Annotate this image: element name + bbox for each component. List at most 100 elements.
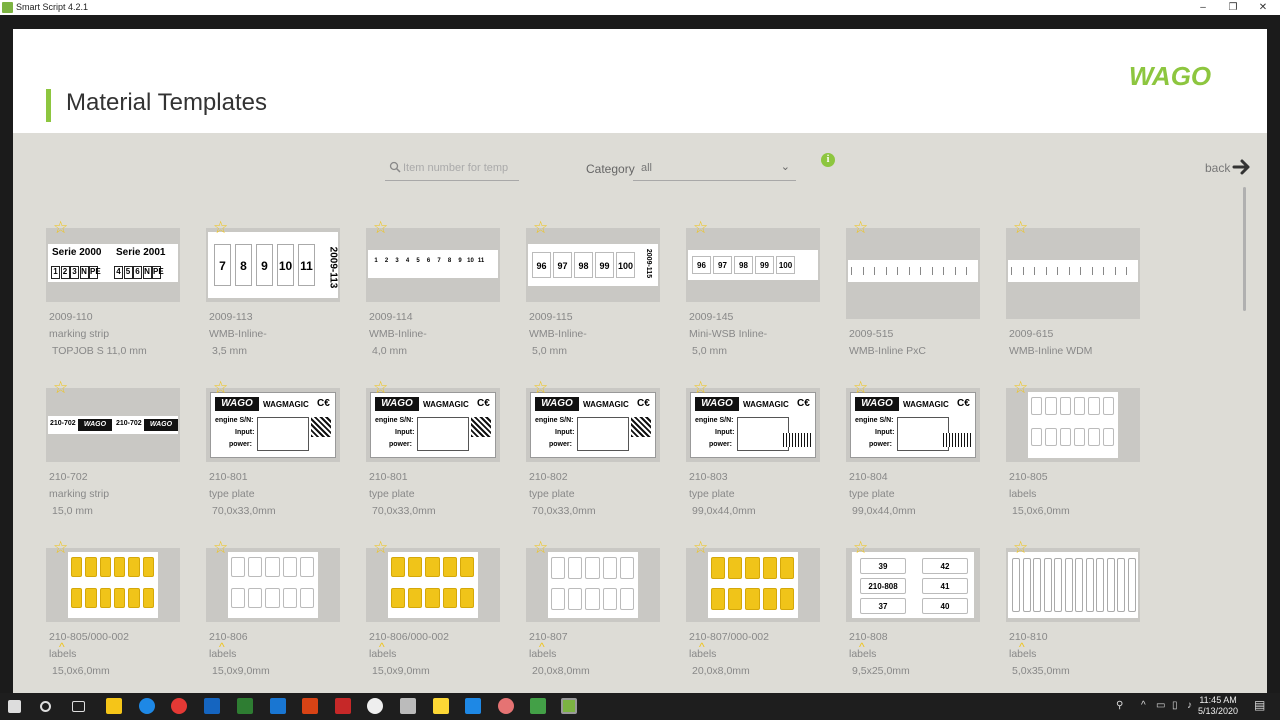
template-thumbnail[interactable] <box>206 548 340 622</box>
favorite-star-icon[interactable]: ☆ <box>53 379 68 396</box>
battery-icon[interactable]: ▯ <box>1172 700 1178 711</box>
template-card[interactable]: ☆ 210-702 WAGO 210-702 WAGO 210-702 marking st… <box>46 379 180 528</box>
template-card[interactable]: ☆ 7 8 9 10 11 2009-113 2009-113 WMB-Inline- 3,5 m… <box>206 219 340 368</box>
edge-icon[interactable] <box>139 698 155 714</box>
favorite-star-icon[interactable]: ☆ <box>213 219 228 236</box>
favorite-star-icon[interactable]: ☆ <box>1013 219 1028 236</box>
favorite-star-icon[interactable]: ☆ <box>213 379 228 396</box>
maximize-button[interactable]: ❐ <box>1218 0 1248 15</box>
search-box[interactable] <box>385 155 519 181</box>
template-thumbnail[interactable]: Serie 2000 Serie 2001 1 2 3 N PE 4 5 6 N PE <box>46 228 180 302</box>
favorite-star-icon[interactable]: ☆ <box>53 539 68 556</box>
favorite-star-icon[interactable]: ☆ <box>853 379 868 396</box>
template-thumbnail[interactable]: WAGO WAGMAGIC C€ engine S/N: Input: power: <box>526 388 660 462</box>
file-explorer-icon[interactable] <box>106 698 122 714</box>
template-card[interactable]: ☆ 96 97 98 99 100 2009-115 2009-115 WMB-Inline- 5… <box>526 219 660 368</box>
template-card[interactable]: ☆ 210-806 labels 15,0x9,0mm <box>206 539 340 688</box>
word-icon[interactable] <box>270 698 286 714</box>
favorite-star-icon[interactable]: ☆ <box>693 379 708 396</box>
clock[interactable]: 11:45 AM 5/13/2020 <box>1198 695 1238 717</box>
template-card[interactable]: ☆ 210-806/000-002 labels 15,0x9,0mm <box>366 539 500 688</box>
template-thumbnail[interactable]: WAGO WAGMAGIC C€ engine S/N: Input: power: <box>686 388 820 462</box>
search-input[interactable] <box>403 159 515 177</box>
template-card[interactable]: ☆ 210-805/000-002 labels 15,0x6,0mm <box>46 539 180 688</box>
star-icon[interactable]: ^ <box>699 640 705 654</box>
close-button[interactable]: ✕ <box>1248 0 1278 15</box>
favorite-star-icon[interactable]: ☆ <box>853 219 868 236</box>
template-card[interactable]: ☆ Serie 2000 Serie 2001 1 2 3 N PE 4 5 6 N PE 2009-11… <box>46 219 180 368</box>
smart-script-icon[interactable] <box>561 698 577 714</box>
template-thumbnail[interactable] <box>846 228 980 319</box>
template-thumbnail[interactable] <box>46 548 180 622</box>
template-card[interactable]: ☆ 96 97 98 99 100 2009-145 Mini-WSB Inline- 5,0 … <box>686 219 820 368</box>
sticky-notes-icon[interactable] <box>433 698 449 714</box>
template-card[interactable]: ☆ 210-810 labels 5,0x35,0mm <box>1006 539 1140 688</box>
template-card[interactable]: ☆ 2009-515 WMB-Inline PxC <box>846 219 980 368</box>
template-thumbnail[interactable]: WAGO WAGMAGIC C€ engine S/N: Input: power: <box>846 388 980 462</box>
template-card[interactable]: ☆ 210-807 labels 20,0x8,0mm <box>526 539 660 688</box>
star-icon[interactable]: ^ <box>59 640 65 654</box>
star-icon[interactable]: ^ <box>539 640 545 654</box>
template-thumbnail[interactable]: 1 2 3 4 5 6 7 8 9 10 11 <box>366 228 500 302</box>
template-thumbnail[interactable] <box>366 548 500 622</box>
chevron-up-icon[interactable]: ^ <box>1141 700 1146 711</box>
template-card[interactable]: ☆ 210-807/000-002 labels 20,0x8,0mm <box>686 539 820 688</box>
template-thumbnail[interactable] <box>1006 388 1140 462</box>
favorite-star-icon[interactable]: ☆ <box>533 379 548 396</box>
favorite-star-icon[interactable]: ☆ <box>533 539 548 556</box>
favorite-star-icon[interactable]: ☆ <box>533 219 548 236</box>
zoom-icon[interactable] <box>465 698 481 714</box>
minimize-button[interactable]: – <box>1188 0 1218 15</box>
excel-icon[interactable] <box>237 698 253 714</box>
powerpoint-icon[interactable] <box>302 698 318 714</box>
template-card[interactable]: ☆ 1 2 3 4 5 6 7 8 9 10 11 2009-114 WMB-Inline- 4,0 mm <box>366 219 500 368</box>
favorite-star-icon[interactable]: ☆ <box>373 379 388 396</box>
template-thumbnail[interactable]: 7 8 9 10 11 2009-113 <box>206 228 340 302</box>
windows-start-icon[interactable] <box>8 700 21 713</box>
people-icon[interactable]: ⚲ <box>1116 700 1123 711</box>
app-icon[interactable] <box>367 698 383 714</box>
task-view-icon[interactable] <box>72 701 85 712</box>
template-thumbnail[interactable] <box>1006 228 1140 319</box>
info-icon[interactable]: i <box>821 153 835 167</box>
favorite-star-icon[interactable]: ☆ <box>53 219 68 236</box>
template-card[interactable]: ☆ 39 42 210-808 41 37 40 210-808 labels 9,5x25,0m… <box>846 539 980 688</box>
favorite-star-icon[interactable]: ☆ <box>213 539 228 556</box>
favorite-star-icon[interactable]: ☆ <box>1013 539 1028 556</box>
calculator-icon[interactable] <box>400 698 416 714</box>
favorite-star-icon[interactable]: ☆ <box>693 539 708 556</box>
star-icon[interactable]: ^ <box>219 640 225 654</box>
template-thumbnail[interactable]: WAGO WAGMAGIC C€ engine S/N: Input: power: <box>206 388 340 462</box>
acrobat-icon[interactable] <box>335 698 351 714</box>
template-card[interactable]: ☆ WAGO WAGMAGIC C€ engine S/N: Input: power: 21… <box>366 379 500 528</box>
template-card[interactable]: ☆ WAGO WAGMAGIC C€ engine S/N: Input: power: 21… <box>686 379 820 528</box>
volume-icon[interactable]: ♪ <box>1187 700 1192 711</box>
star-icon[interactable]: ^ <box>1019 640 1025 654</box>
app-icon[interactable] <box>530 698 546 714</box>
template-card[interactable]: ☆ WAGO WAGMAGIC C€ engine S/N: Input: power: 21… <box>526 379 660 528</box>
chrome-icon[interactable] <box>171 698 187 714</box>
template-thumbnail[interactable]: 96 97 98 99 100 <box>686 228 820 302</box>
template-thumbnail[interactable]: 39 42 210-808 41 37 40 <box>846 548 980 622</box>
category-select[interactable]: all ⌄ <box>633 155 796 181</box>
favorite-star-icon[interactable]: ☆ <box>373 539 388 556</box>
scrollbar-thumb[interactable] <box>1243 187 1246 311</box>
template-thumbnail[interactable] <box>1006 548 1140 622</box>
template-card[interactable]: ☆ WAGO WAGMAGIC C€ engine S/N: Input: power: 21… <box>206 379 340 528</box>
favorite-star-icon[interactable]: ☆ <box>1013 379 1028 396</box>
template-thumbnail[interactable]: WAGO WAGMAGIC C€ engine S/N: Input: power: <box>366 388 500 462</box>
favorite-star-icon[interactable]: ☆ <box>373 219 388 236</box>
star-icon[interactable]: ^ <box>379 640 385 654</box>
favorite-star-icon[interactable]: ☆ <box>693 219 708 236</box>
template-thumbnail[interactable]: 96 97 98 99 100 2009-115 <box>526 228 660 302</box>
template-card[interactable]: ☆ 210-805 labels 15,0x6,0mm <box>1006 379 1140 528</box>
template-card[interactable]: ☆ 2009-615 WMB-Inline WDM <box>1006 219 1140 368</box>
template-thumbnail[interactable] <box>686 548 820 622</box>
outlook-icon[interactable] <box>204 698 220 714</box>
template-thumbnail[interactable] <box>526 548 660 622</box>
network-icon[interactable]: ▭ <box>1156 700 1165 711</box>
favorite-star-icon[interactable]: ☆ <box>853 539 868 556</box>
template-thumbnail[interactable]: 210-702 WAGO 210-702 WAGO <box>46 388 180 462</box>
template-card[interactable]: ☆ WAGO WAGMAGIC C€ engine S/N: Input: power: 21… <box>846 379 980 528</box>
app-icon[interactable] <box>498 698 514 714</box>
